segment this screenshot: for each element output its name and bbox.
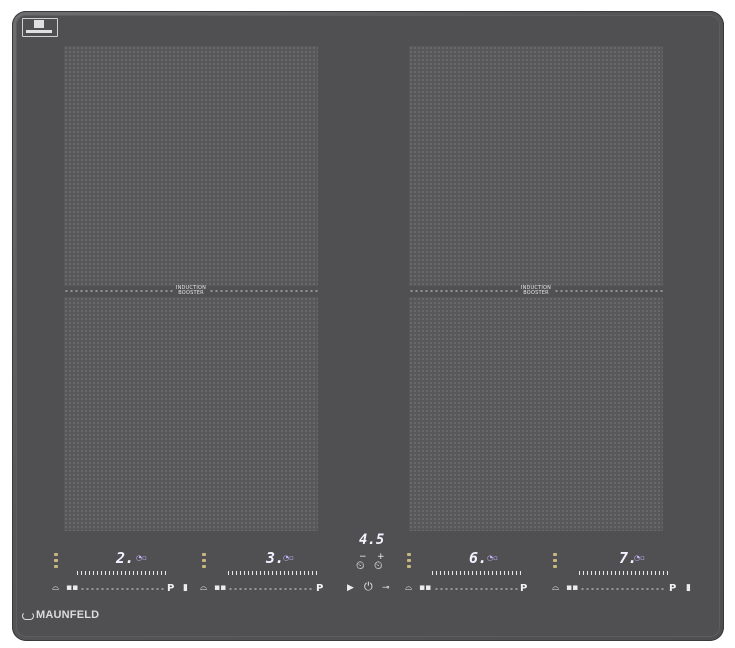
bridge-zone-icon[interactable]: ▪▪: [419, 584, 431, 593]
brand-logo-icon: [22, 612, 34, 620]
power-slider[interactable]: [579, 571, 669, 575]
power-button-icon[interactable]: ⏻: [364, 581, 373, 592]
zone-left-top[interactable]: [64, 46, 318, 286]
power-boost-button[interactable]: P: [167, 583, 174, 594]
booster-dots: [64, 290, 173, 292]
booster-dots: [554, 290, 664, 292]
pan-icon: ⌓: [405, 583, 413, 593]
timer-icon: ⏲: [374, 559, 383, 572]
power-boost-button[interactable]: P: [316, 583, 323, 594]
slider-track[interactable]: [434, 588, 518, 590]
booster-dots: [409, 290, 518, 292]
zone-select-icon[interactable]: ▮: [183, 584, 188, 593]
zone-left-bottom[interactable]: [64, 297, 318, 531]
power-level-display: 2.: [116, 549, 135, 567]
slider-track[interactable]: [580, 588, 664, 590]
zone-right-bottom[interactable]: [409, 297, 663, 531]
slider-track[interactable]: [80, 588, 164, 590]
zone-indicator-leds: [202, 553, 206, 568]
zone-indicator-leds: [54, 553, 58, 568]
timer-indicator-icon: ◔▫: [487, 554, 498, 562]
booster-label: INDUCTION BOOSTER: [520, 285, 552, 296]
slider-track[interactable]: [228, 588, 312, 590]
timer-indicator-icon: ◔▫: [136, 554, 147, 562]
child-lock-key-icon[interactable]: ⊸: [382, 584, 390, 593]
power-boost-button[interactable]: P: [669, 583, 676, 594]
brand-name: MAUNFELD: [36, 609, 100, 621]
pan-icon: ⌓: [552, 583, 560, 593]
pause-play-icon[interactable]: ▶: [347, 584, 354, 593]
bridge-zone-icon[interactable]: ▪▪: [566, 584, 578, 593]
energy-badge-icon: [34, 20, 44, 28]
bridge-zone-icon[interactable]: ▪▪: [214, 584, 226, 593]
zone-indicator-leds: [553, 553, 557, 568]
energy-badge: [22, 18, 58, 37]
zone-select-icon[interactable]: ▮: [686, 584, 691, 593]
pan-icon: ⌓: [200, 583, 208, 593]
power-level-display: 6.: [469, 549, 488, 567]
timer-indicator-icon: ◔▫: [283, 554, 294, 562]
booster-strip-right: INDUCTION BOOSTER: [409, 285, 664, 297]
timer-icon: ⏲: [356, 559, 365, 572]
power-boost-button[interactable]: P: [520, 583, 527, 594]
zone-right-top[interactable]: [409, 46, 663, 286]
power-level-display: 3.: [266, 549, 285, 567]
zone-indicator-leds: [407, 553, 411, 568]
power-slider[interactable]: [77, 571, 169, 575]
timer-display: 4.5: [359, 532, 385, 548]
booster-label: INDUCTION BOOSTER: [175, 285, 207, 296]
energy-badge-strip: [26, 30, 52, 33]
booster-dots: [209, 290, 319, 292]
power-slider[interactable]: [432, 571, 522, 575]
pan-icon: ⌓: [52, 583, 60, 593]
power-slider[interactable]: [228, 571, 318, 575]
bridge-zone-icon[interactable]: ▪▪: [66, 584, 78, 593]
timer-indicator-icon: ◔▫: [634, 554, 645, 562]
booster-strip-left: INDUCTION BOOSTER: [64, 285, 319, 297]
